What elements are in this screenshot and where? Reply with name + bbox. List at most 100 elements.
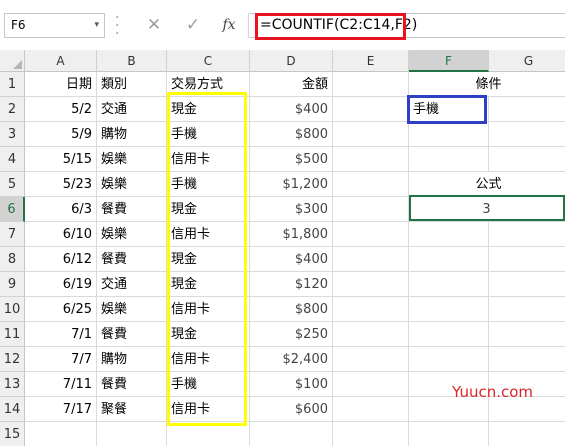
cell-b13[interactable]: 餐費 [97, 372, 167, 397]
cell-e14[interactable] [333, 397, 409, 422]
drag-handle-icon[interactable]: · · · [115, 11, 121, 41]
cell-d1[interactable]: 金額 [250, 72, 333, 97]
row-header-10[interactable]: 10 [0, 297, 25, 322]
row-header-8[interactable]: 8 [0, 247, 25, 272]
cell-d12[interactable]: $2,400 [250, 347, 333, 372]
cell-f5[interactable]: 公式 [409, 172, 565, 197]
cell-d3[interactable]: $800 [250, 122, 333, 147]
cell-b7[interactable]: 娛樂 [97, 222, 167, 247]
select-all-corner[interactable] [0, 50, 25, 72]
cell-e3[interactable] [333, 122, 409, 147]
cell-f10[interactable] [409, 297, 489, 322]
column-header-d[interactable]: D [250, 50, 333, 72]
cell-e1[interactable] [333, 72, 409, 97]
row-header-2[interactable]: 2 [0, 97, 25, 122]
cell-g15[interactable] [489, 422, 565, 446]
row-header-4[interactable]: 4 [0, 147, 25, 172]
row-header-11[interactable]: 11 [0, 322, 25, 347]
column-header-g[interactable]: G [489, 50, 565, 72]
cell-b11[interactable]: 餐費 [97, 322, 167, 347]
cell-d7[interactable]: $1,800 [250, 222, 333, 247]
row-header-15[interactable]: 15 [0, 422, 25, 446]
column-header-a[interactable]: A [25, 50, 97, 72]
cell-d14[interactable]: $600 [250, 397, 333, 422]
column-header-b[interactable]: B [97, 50, 167, 72]
cell-f4[interactable] [409, 147, 489, 172]
cell-a1[interactable]: 日期 [25, 72, 97, 97]
cell-b15[interactable] [97, 422, 167, 446]
cell-g7[interactable] [489, 222, 565, 247]
cell-f15[interactable] [409, 422, 489, 446]
cell-a3[interactable]: 5/9 [25, 122, 97, 147]
cell-b2[interactable]: 交通 [97, 97, 167, 122]
enter-icon[interactable]: ✓ [177, 13, 209, 38]
cell-b12[interactable]: 購物 [97, 347, 167, 372]
cell-f11[interactable] [409, 322, 489, 347]
cell-g8[interactable] [489, 247, 565, 272]
cell-b8[interactable]: 餐費 [97, 247, 167, 272]
cell-b6[interactable]: 餐費 [97, 197, 167, 222]
cell-e10[interactable] [333, 297, 409, 322]
cell-e13[interactable] [333, 372, 409, 397]
cell-b10[interactable]: 娛樂 [97, 297, 167, 322]
cell-b14[interactable]: 聚餐 [97, 397, 167, 422]
cell-e4[interactable] [333, 147, 409, 172]
cell-f7[interactable] [409, 222, 489, 247]
cell-a12[interactable]: 7/7 [25, 347, 97, 372]
name-box-dropdown-icon[interactable]: ▾ [94, 20, 99, 30]
cell-f1[interactable]: 條件 [409, 72, 565, 97]
cell-a8[interactable]: 6/12 [25, 247, 97, 272]
cell-a11[interactable]: 7/1 [25, 322, 97, 347]
cell-g4[interactable] [489, 147, 565, 172]
column-header-f[interactable]: F [409, 50, 489, 72]
cell-a5[interactable]: 5/23 [25, 172, 97, 197]
cell-d15[interactable] [250, 422, 333, 446]
cell-e12[interactable] [333, 347, 409, 372]
row-header-12[interactable]: 12 [0, 347, 25, 372]
cell-d11[interactable]: $250 [250, 322, 333, 347]
cell-e11[interactable] [333, 322, 409, 347]
cell-e8[interactable] [333, 247, 409, 272]
row-header-1[interactable]: 1 [0, 72, 25, 97]
cell-d5[interactable]: $1,200 [250, 172, 333, 197]
cell-b1[interactable]: 類別 [97, 72, 167, 97]
cell-a10[interactable]: 6/25 [25, 297, 97, 322]
cell-a2[interactable]: 5/2 [25, 97, 97, 122]
cell-e2[interactable] [333, 97, 409, 122]
row-header-5[interactable]: 5 [0, 172, 25, 197]
insert-function-icon[interactable]: fx [213, 13, 245, 38]
row-header-7[interactable]: 7 [0, 222, 25, 247]
cell-g3[interactable] [489, 122, 565, 147]
cell-a9[interactable]: 6/19 [25, 272, 97, 297]
cell-f12[interactable] [409, 347, 489, 372]
cell-g2[interactable] [489, 97, 565, 122]
cell-d13[interactable]: $100 [250, 372, 333, 397]
cell-a13[interactable]: 7/11 [25, 372, 97, 397]
cell-d8[interactable]: $400 [250, 247, 333, 272]
cell-b5[interactable]: 娛樂 [97, 172, 167, 197]
cell-b4[interactable]: 娛樂 [97, 147, 167, 172]
cell-d6[interactable]: $300 [250, 197, 333, 222]
cell-g11[interactable] [489, 322, 565, 347]
row-header-9[interactable]: 9 [0, 272, 25, 297]
cell-e9[interactable] [333, 272, 409, 297]
cell-d4[interactable]: $500 [250, 147, 333, 172]
cell-a4[interactable]: 5/15 [25, 147, 97, 172]
cell-f8[interactable] [409, 247, 489, 272]
cell-e5[interactable] [333, 172, 409, 197]
cell-e15[interactable] [333, 422, 409, 446]
cell-f3[interactable] [409, 122, 489, 147]
row-header-3[interactable]: 3 [0, 122, 25, 147]
cell-a14[interactable]: 7/17 [25, 397, 97, 422]
row-header-6[interactable]: 6 [0, 197, 25, 222]
row-header-14[interactable]: 14 [0, 397, 25, 422]
column-header-e[interactable]: E [333, 50, 409, 72]
cancel-icon[interactable]: ✕ [138, 13, 170, 38]
cell-g10[interactable] [489, 297, 565, 322]
cell-g12[interactable] [489, 347, 565, 372]
name-box[interactable]: F6 ▾ [4, 13, 105, 38]
cell-d2[interactable]: $400 [250, 97, 333, 122]
cell-b9[interactable]: 交通 [97, 272, 167, 297]
cell-d9[interactable]: $120 [250, 272, 333, 297]
cell-a6[interactable]: 6/3 [25, 197, 97, 222]
